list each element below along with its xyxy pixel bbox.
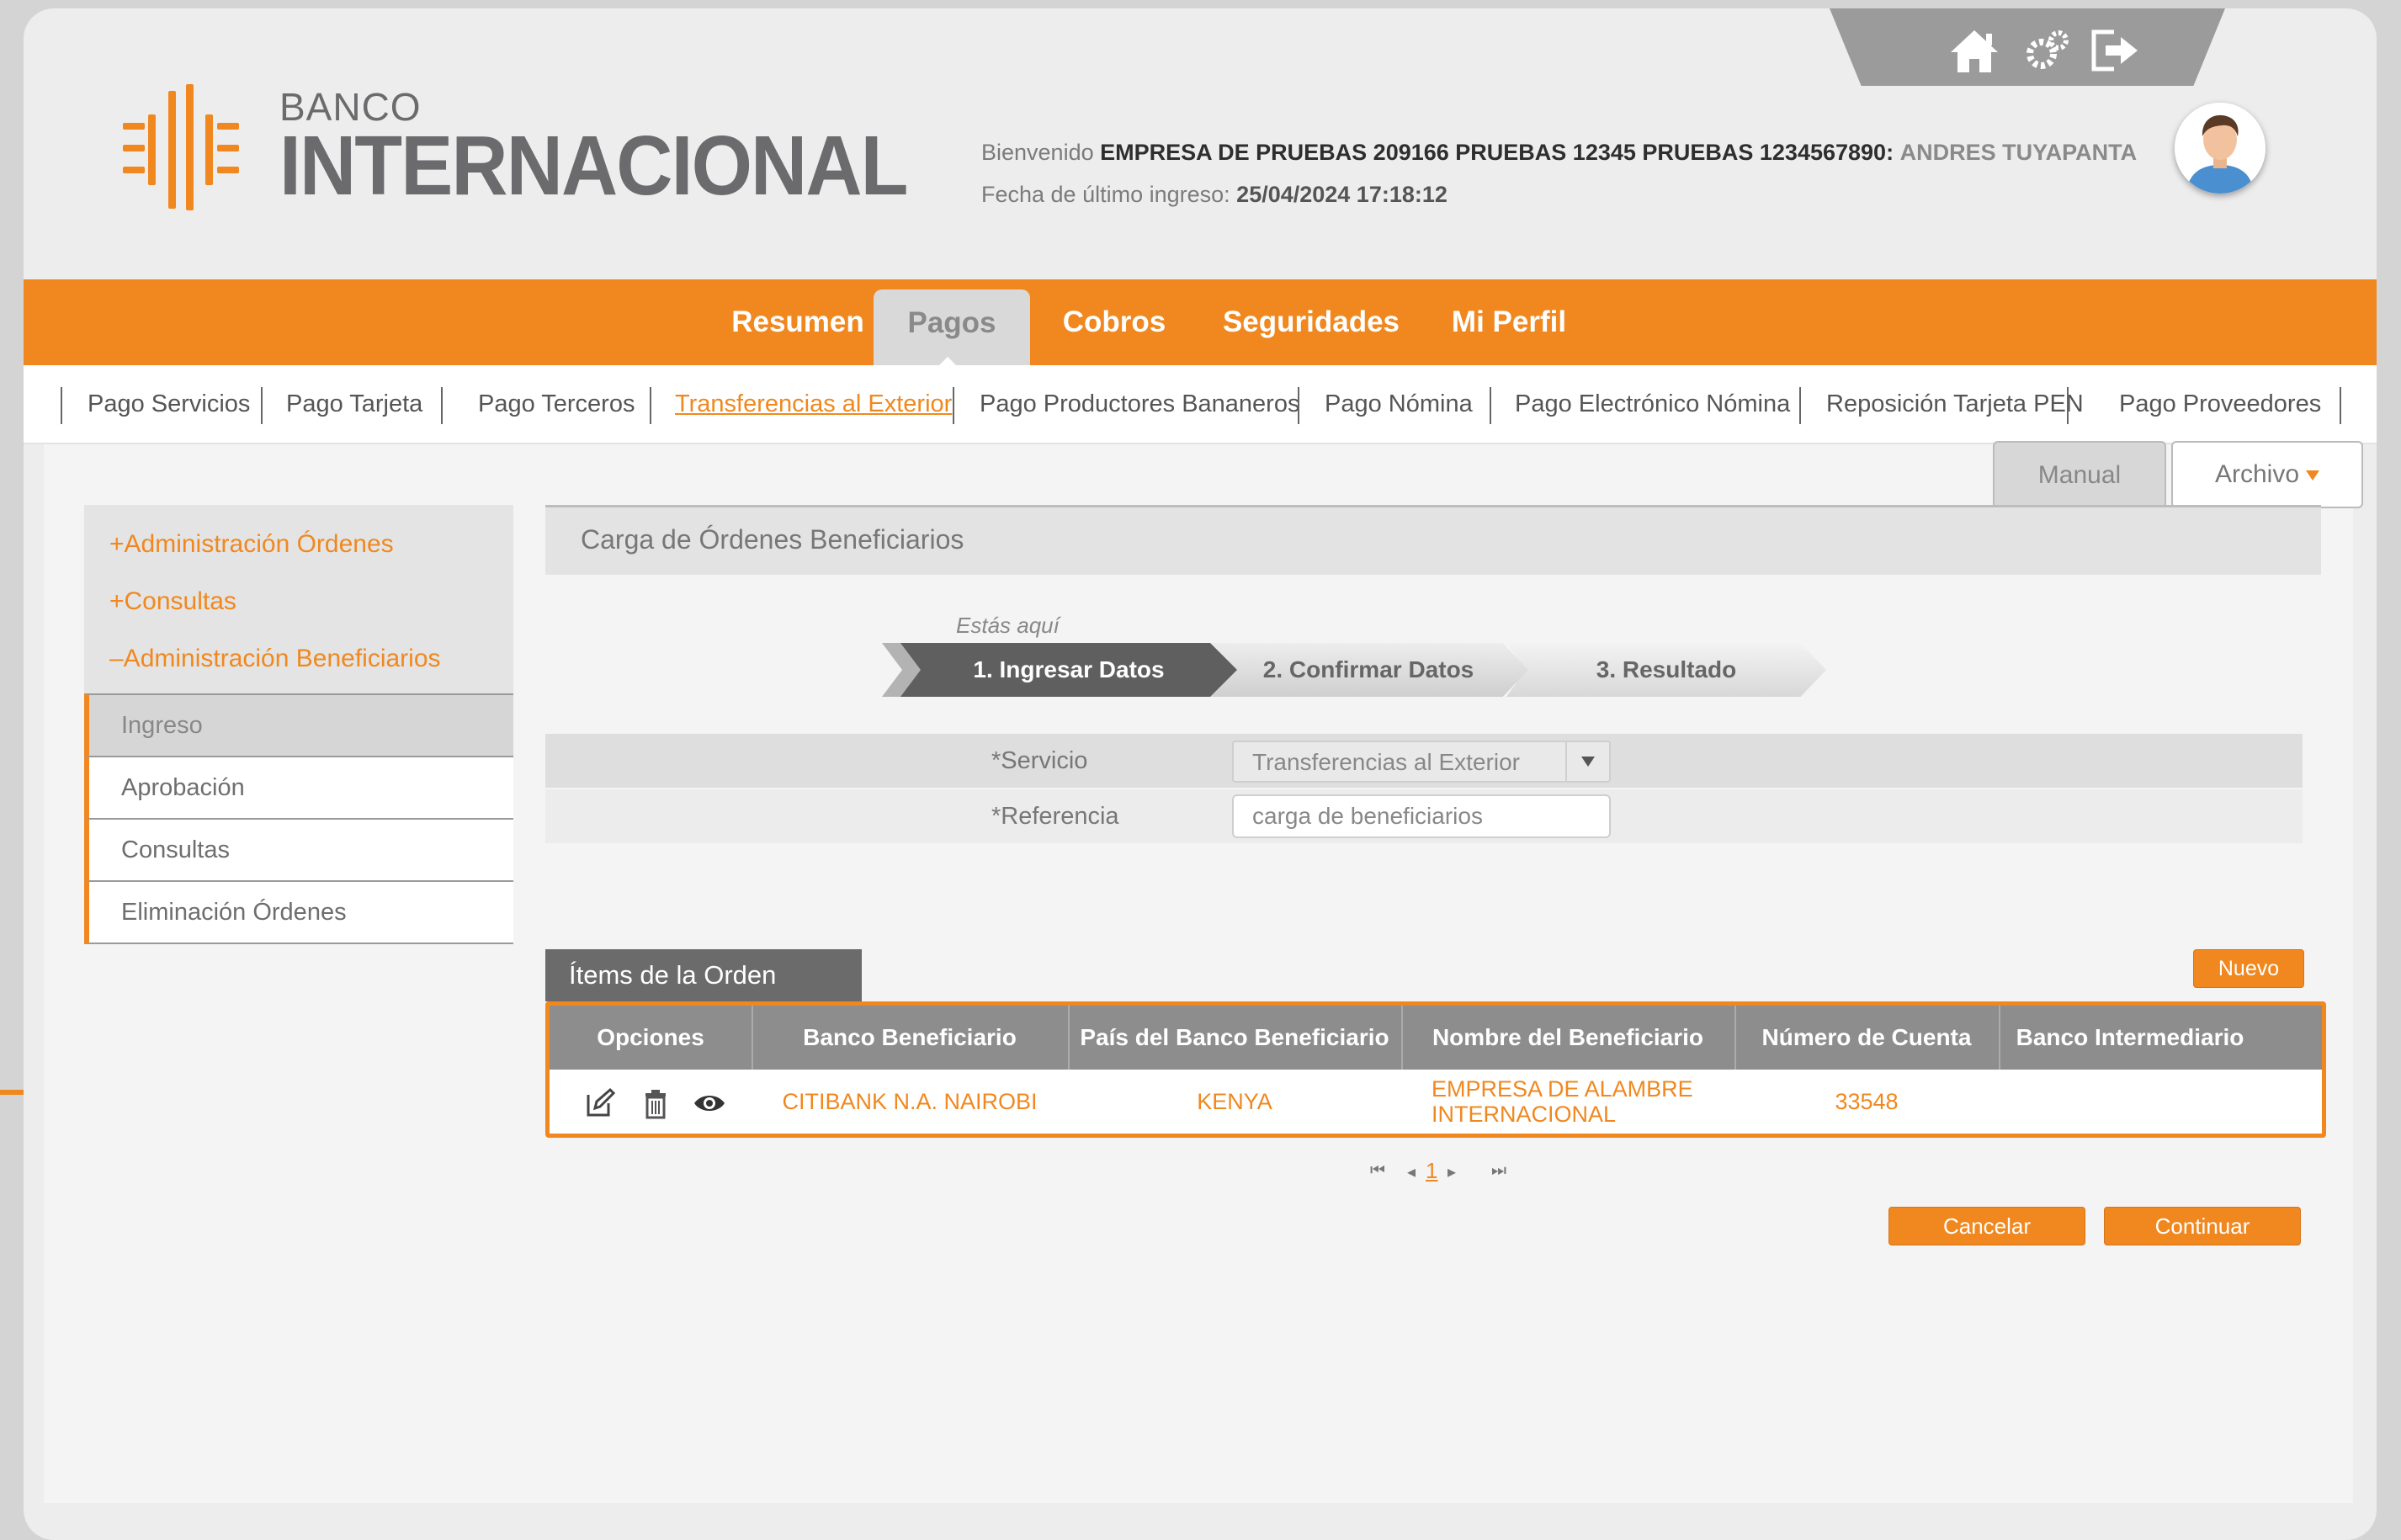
nav-mi-perfil[interactable]: Mi Perfil	[1421, 279, 1597, 365]
nav-resumen[interactable]: Resumen	[697, 279, 899, 365]
last-page-icon[interactable]: ⏭	[1491, 1161, 1506, 1181]
logout-icon[interactable]	[2089, 27, 2143, 74]
settings-icon[interactable]	[2020, 27, 2074, 74]
subnav-pago-proveedores[interactable]: Pago Proveedores	[2119, 365, 2321, 443]
submenu-consultas[interactable]: Consultas	[84, 820, 513, 882]
cell-banco: CITIBANK N.A. NAIROBI	[782, 1089, 1038, 1114]
last-login: Fecha de último ingreso: 25/04/2024 17:1…	[981, 182, 1448, 207]
company-name: EMPRESA DE PRUEBAS 209166 PRUEBAS 12345 …	[1100, 140, 1894, 165]
side-menu: +Administración Órdenes +Consultas –Admi…	[84, 505, 513, 700]
home-icon[interactable]	[1947, 27, 2001, 74]
cell-pais: KENYA	[1197, 1089, 1272, 1114]
tab-archivo[interactable]: Archivo	[2171, 441, 2363, 508]
step-confirmar-datos: 2. Confirmar Datos	[1208, 643, 1528, 697]
sub-nav: Pago Servicios Pago Tarjeta Pago Tercero…	[24, 365, 2377, 444]
step-ingresar-datos: 1. Ingresar Datos	[900, 643, 1237, 697]
nav-cobros[interactable]: Cobros	[1030, 279, 1198, 365]
trash-icon[interactable]	[639, 1086, 672, 1120]
col-nombre-beneficiario: Nombre del Beneficiario	[1401, 1006, 1736, 1070]
submenu-aprobacion[interactable]: Aprobación	[84, 757, 513, 820]
form-row-referencia: *Referencia carga de beneficiarios	[545, 789, 2303, 843]
app-window: BANCO INTERNACIONAL Bienvenido EMPRESA D…	[24, 8, 2377, 1540]
col-pais-banco: País del Banco Beneficiario	[1068, 1006, 1403, 1070]
subnav-pago-electronico-nomina[interactable]: Pago Electrónico Nómina	[1515, 365, 1790, 443]
panel-title-bar: Carga de Órdenes Beneficiarios	[545, 505, 2321, 575]
cell-intermediario	[1999, 1070, 2261, 1134]
step-resultado: 3. Resultado	[1506, 643, 1826, 697]
subnav-transferencias-exterior[interactable]: Transferencias al Exterior	[675, 365, 952, 443]
main-nav: Resumen Pagos Cobros Seguridades Mi Perf…	[24, 279, 2377, 370]
prev-page-icon[interactable]: ◂	[1407, 1161, 1416, 1182]
edit-icon[interactable]	[583, 1086, 617, 1120]
user-name: ANDRES TUYAPANTA	[1899, 140, 2138, 165]
menu-consultas[interactable]: +Consultas	[109, 587, 236, 616]
nav-seguridades[interactable]: Seguridades	[1202, 279, 1421, 365]
servicio-label: *Servicio	[991, 747, 1088, 774]
menu-administracion-ordenes[interactable]: +Administración Órdenes	[109, 530, 394, 559]
submenu-ingreso[interactable]: Ingreso	[84, 693, 513, 757]
welcome-text: Bienvenido EMPRESA DE PRUEBAS 209166 PRU…	[981, 140, 2138, 165]
nav-pagos[interactable]: Pagos	[874, 289, 1030, 365]
menu-administracion-beneficiarios[interactable]: –Administración Beneficiarios	[109, 645, 441, 673]
subnav-reposicion-tarjeta-pen[interactable]: Reposición Tarjeta PEN	[1826, 365, 2084, 443]
table-row: CITIBANK N.A. NAIROBI KENYA EMPRESA DE A…	[550, 1070, 2322, 1134]
first-page-icon[interactable]: ⏮	[1370, 1161, 1385, 1181]
next-page-icon[interactable]: ▸	[1448, 1161, 1456, 1182]
items-table: Opciones Banco Beneficiario País del Ban…	[545, 1001, 2326, 1138]
bank-logo[interactable]: BANCO INTERNACIONAL	[123, 84, 954, 210]
referencia-label: *Referencia	[991, 803, 1119, 830]
logo-big-text: INTERNACIONAL	[279, 119, 908, 213]
current-page[interactable]: 1	[1426, 1158, 1437, 1184]
logo-mark-icon	[123, 84, 249, 210]
subnav-pago-terceros[interactable]: Pago Terceros	[478, 365, 635, 443]
form-row-servicio: *Servicio Transferencias al Exterior	[545, 734, 2303, 788]
subnav-pago-productores-bananeros[interactable]: Pago Productores Bananeros	[980, 365, 1299, 443]
user-avatar[interactable]	[2175, 103, 2266, 194]
subnav-pago-tarjeta[interactable]: Pago Tarjeta	[286, 365, 422, 443]
beneficiarios-submenu: Ingreso Aprobación Consultas Eliminación…	[84, 693, 513, 944]
referencia-input[interactable]: carga de beneficiarios	[1232, 794, 1611, 838]
col-banco-beneficiario: Banco Beneficiario	[752, 1006, 1070, 1070]
view-icon[interactable]	[693, 1086, 726, 1120]
dropdown-arrow-icon[interactable]	[1565, 742, 1609, 781]
you-are-here-label: Estás aquí	[956, 613, 1060, 638]
continue-button[interactable]: Continuar	[2104, 1207, 2301, 1245]
avatar-icon	[2175, 103, 2266, 194]
tab-manual[interactable]: Manual	[1993, 441, 2166, 508]
new-button[interactable]: Nuevo	[2193, 949, 2304, 988]
col-opciones: Opciones	[550, 1006, 753, 1070]
subnav-pago-servicios[interactable]: Pago Servicios	[88, 365, 250, 443]
panel-title: Carga de Órdenes Beneficiarios	[581, 524, 964, 555]
cancel-button[interactable]: Cancelar	[1888, 1207, 2085, 1245]
items-tab: Ítems de la Orden	[545, 949, 862, 1001]
chevron-down-icon	[2306, 470, 2320, 481]
cell-nombre: EMPRESA DE ALAMBRE INTERNACIONAL	[1432, 1076, 1693, 1127]
col-numero-cuenta: Número de Cuenta	[1734, 1006, 2000, 1070]
top-icon-bar	[1830, 8, 2225, 86]
subnav-pago-nomina[interactable]: Pago Nómina	[1325, 365, 1473, 443]
servicio-select[interactable]: Transferencias al Exterior	[1232, 741, 1611, 783]
table-header: Opciones Banco Beneficiario País del Ban…	[550, 1006, 2322, 1070]
col-banco-intermediario: Banco Intermediario	[2016, 1024, 2244, 1050]
cell-cuenta: 33548	[1835, 1089, 1899, 1114]
submenu-eliminacion-ordenes[interactable]: Eliminación Órdenes	[84, 882, 513, 944]
